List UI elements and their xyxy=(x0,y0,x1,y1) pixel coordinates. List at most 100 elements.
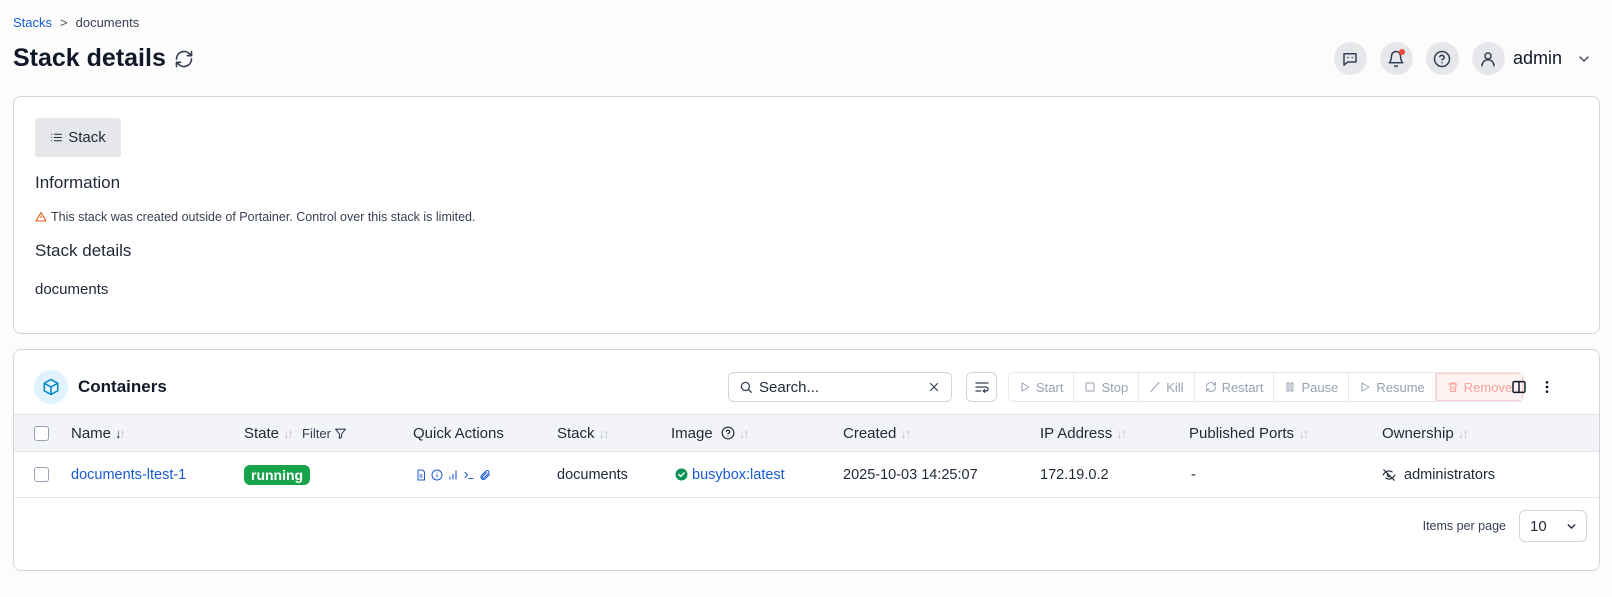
sort-icon: ↓↑ xyxy=(900,425,911,441)
stop-label: Stop xyxy=(1101,379,1129,395)
table-header: Name ↓↑ State ↓↑ Filter Quick Actions St… xyxy=(14,414,1599,452)
info-icon[interactable] xyxy=(431,469,443,481)
warning-text: This stack was created outside of Portai… xyxy=(51,210,476,224)
play-icon xyxy=(1361,382,1370,392)
stop-button[interactable]: Stop xyxy=(1074,373,1140,401)
bot-chat-icon xyxy=(1343,52,1358,66)
column-stack[interactable]: Stack ↓↑ xyxy=(557,415,610,451)
box-icon xyxy=(34,370,68,404)
cell-name: documents-ltest-1 xyxy=(71,452,186,497)
container-actions: Start Stop Kill Restart Pause Resume Rem… xyxy=(1008,372,1525,402)
column-settings-button[interactable] xyxy=(966,372,997,402)
list-icon xyxy=(51,133,63,142)
select-all-checkbox[interactable] xyxy=(34,425,49,441)
play-icon xyxy=(1021,382,1030,392)
table-row: documents-ltest-1 running documents busy… xyxy=(14,452,1599,498)
user-icon xyxy=(1481,51,1496,66)
pause-icon xyxy=(1286,382,1294,392)
cell-state: running xyxy=(244,452,311,497)
limited-control-warning: This stack was created outside of Portai… xyxy=(35,210,475,224)
columns-icon[interactable] xyxy=(1511,379,1527,395)
breadcrumb-separator: > xyxy=(60,15,68,30)
attach-icon[interactable] xyxy=(479,469,491,481)
column-ownership[interactable]: Ownership ↓↑ xyxy=(1382,415,1469,451)
resume-button[interactable]: Resume xyxy=(1349,373,1436,401)
header-actions: admin xyxy=(1333,42,1592,75)
information-heading: Information xyxy=(35,173,121,192)
logs-icon[interactable] xyxy=(415,469,427,481)
column-ports[interactable]: Published Ports ↓↑ xyxy=(1189,415,1309,451)
clear-icon[interactable] xyxy=(927,380,941,394)
pause-label: Pause xyxy=(1301,379,1339,395)
start-label: Start xyxy=(1036,379,1064,395)
slash-icon xyxy=(1150,382,1160,392)
avatar xyxy=(1471,42,1505,75)
pause-button[interactable]: Pause xyxy=(1274,373,1350,401)
sort-icon: ↓↑ xyxy=(1298,425,1309,441)
column-name[interactable]: Name ↓↑ xyxy=(71,415,126,451)
eye-off-icon xyxy=(1382,468,1396,482)
status-badge: running xyxy=(244,464,311,485)
chevron-down-icon xyxy=(1579,55,1589,62)
check-circle-icon xyxy=(675,468,688,481)
search-box xyxy=(728,372,952,402)
image-link[interactable]: busybox:latest xyxy=(692,467,785,483)
stats-icon[interactable] xyxy=(447,469,459,481)
resume-label: Resume xyxy=(1376,379,1425,395)
breadcrumb-current: documents xyxy=(75,15,140,30)
search-input[interactable] xyxy=(759,378,921,396)
column-image[interactable]: Image ↓↑ xyxy=(671,415,750,451)
sort-desc-icon: ↓↑ xyxy=(115,425,126,441)
wrap-text-icon xyxy=(974,382,989,393)
help-button[interactable] xyxy=(1425,42,1459,75)
ports-value: - xyxy=(1191,466,1196,483)
user-menu[interactable]: admin xyxy=(1471,42,1592,75)
refresh-icon[interactable] xyxy=(174,49,194,69)
filter-label: Filter xyxy=(302,425,331,441)
row-checkbox[interactable] xyxy=(34,467,49,482)
help-circle-icon[interactable] xyxy=(721,426,735,440)
kill-button[interactable]: Kill xyxy=(1139,373,1195,401)
stack-info-panel: Stack Information This stack was created… xyxy=(13,96,1600,334)
chevron-down-icon xyxy=(1567,523,1576,529)
column-ip[interactable]: IP Address ↓↑ xyxy=(1040,415,1127,451)
stack-name-value: documents xyxy=(35,281,109,298)
column-quick-actions: Quick Actions xyxy=(413,415,504,451)
help-circle-icon xyxy=(1434,50,1451,67)
search-icon xyxy=(740,381,752,393)
assistant-button[interactable] xyxy=(1333,42,1367,75)
tab-stack[interactable]: Stack xyxy=(35,118,121,157)
remove-label: Remove xyxy=(1463,379,1513,395)
pagination-footer: Items per page 10 xyxy=(1423,510,1587,542)
start-button[interactable]: Start xyxy=(1009,373,1075,401)
items-per-page-label: Items per page xyxy=(1422,519,1506,533)
filter-icon xyxy=(335,428,346,439)
column-ip-label: IP Address xyxy=(1040,424,1113,442)
more-vertical-icon[interactable] xyxy=(1539,379,1555,395)
column-quick-actions-label: Quick Actions xyxy=(413,424,504,442)
restart-button[interactable]: Restart xyxy=(1194,373,1275,401)
containers-panel: Containers Start Stop Kill Restart Pause xyxy=(13,349,1600,571)
row-checkbox-cell xyxy=(34,452,49,497)
breadcrumb-stacks-link[interactable]: Stacks xyxy=(13,15,52,30)
tab-stack-label: Stack xyxy=(68,129,106,146)
select-all-checkbox-cell xyxy=(34,415,49,451)
stack-details-heading: Stack details xyxy=(35,241,132,260)
notifications-button[interactable] xyxy=(1379,42,1413,75)
column-created[interactable]: Created ↓↑ xyxy=(843,415,911,451)
cell-ownership: administrators xyxy=(1382,452,1495,497)
container-name-link[interactable]: documents-ltest-1 xyxy=(71,467,186,483)
created-value: 2025-10-03 14:25:07 xyxy=(843,466,978,483)
column-ports-label: Published Ports xyxy=(1189,424,1295,442)
state-filter[interactable]: Filter xyxy=(302,426,347,441)
sort-icon: ↓↑ xyxy=(1116,425,1127,441)
console-icon[interactable] xyxy=(463,469,475,481)
items-per-page-select[interactable]: 10 xyxy=(1519,510,1587,542)
containers-header: Containers xyxy=(34,370,167,404)
alert-triangle-icon xyxy=(35,211,47,222)
square-icon xyxy=(1085,382,1095,392)
column-state[interactable]: State ↓↑ Filter xyxy=(244,415,347,451)
trash-icon xyxy=(1447,382,1458,392)
cell-ip: 172.19.0.2 xyxy=(1040,452,1109,497)
column-image-label: Image xyxy=(671,424,713,442)
